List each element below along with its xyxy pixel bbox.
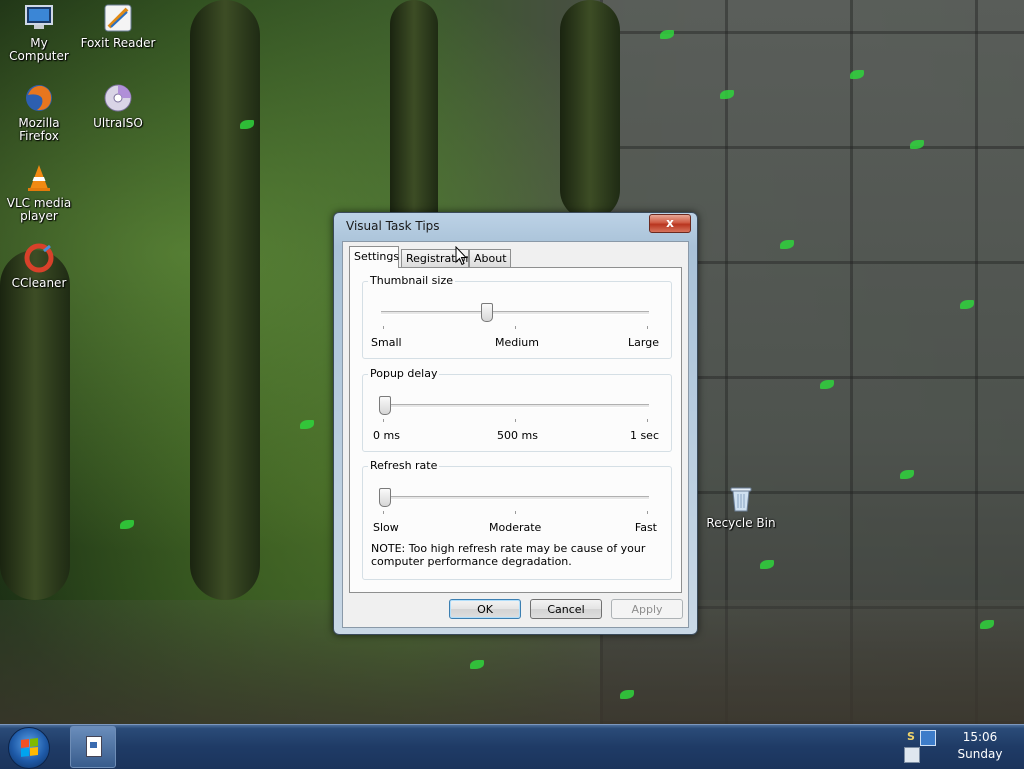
slider-tick bbox=[647, 326, 648, 329]
desktop-icon-recycle-bin[interactable]: Recycle Bin bbox=[702, 482, 780, 530]
slider-tick bbox=[383, 419, 384, 422]
thumbnail-max-label: Large bbox=[628, 336, 659, 349]
refresh-rate-title: Refresh rate bbox=[368, 459, 440, 472]
popup-delay-title: Popup delay bbox=[368, 367, 440, 380]
popup-max-label: 1 sec bbox=[629, 429, 659, 442]
close-icon: x bbox=[666, 216, 674, 230]
slider-tick bbox=[515, 511, 516, 514]
tab-about[interactable]: About bbox=[469, 249, 511, 267]
thumbnail-min-label: Small bbox=[371, 336, 402, 349]
close-button[interactable]: x bbox=[649, 214, 691, 233]
ok-button[interactable]: OK bbox=[449, 599, 521, 619]
thumbnail-size-title: Thumbnail size bbox=[368, 274, 456, 287]
refresh-mid-label: Moderate bbox=[489, 521, 542, 534]
popup-mid-label: 500 ms bbox=[497, 429, 538, 442]
display-icon[interactable] bbox=[904, 747, 920, 763]
mouse-cursor-icon bbox=[455, 246, 467, 266]
pdf-reader-icon bbox=[102, 2, 134, 34]
slider-tick bbox=[515, 326, 516, 329]
s-icon[interactable]: S bbox=[904, 730, 918, 744]
cancel-button[interactable]: Cancel bbox=[530, 599, 602, 619]
thumbnail-size-group: Thumbnail size Small Medium Large bbox=[362, 274, 672, 359]
apply-button[interactable]: Apply bbox=[611, 599, 683, 619]
popup-min-label: 0 ms bbox=[373, 429, 400, 442]
desktop-icon-my-computer[interactable]: My Computer bbox=[0, 2, 78, 63]
refresh-min-label: Slow bbox=[373, 521, 399, 534]
system-tray: S 15:06 Sunday bbox=[900, 727, 1024, 767]
clock-day: Sunday bbox=[957, 747, 1003, 761]
tree-trunk bbox=[390, 0, 438, 240]
slider-tick bbox=[383, 511, 384, 514]
thumbnail-size-track[interactable] bbox=[381, 311, 649, 315]
taskbar-app-visual-task-tips[interactable] bbox=[70, 726, 116, 768]
desktop-icon-vlc[interactable]: VLC media player bbox=[0, 162, 78, 223]
network-icon[interactable] bbox=[920, 730, 936, 746]
disc-icon bbox=[102, 82, 134, 114]
dialog-client-area: Settings Registration About Thumbnail si… bbox=[342, 241, 689, 628]
computer-icon bbox=[23, 2, 55, 34]
leaf bbox=[120, 520, 134, 529]
thumbnail-size-slider[interactable] bbox=[480, 303, 493, 322]
tree-trunk bbox=[190, 0, 260, 600]
dialog-title: Visual Task Tips bbox=[346, 219, 440, 233]
tree-trunk bbox=[560, 0, 620, 220]
slider-tick bbox=[647, 511, 648, 514]
popup-delay-track[interactable] bbox=[381, 404, 649, 408]
recycle-bin-icon bbox=[725, 482, 757, 514]
clock[interactable]: 15:06 Sunday bbox=[950, 729, 1010, 763]
refresh-rate-note: NOTE: Too high refresh rate may be cause… bbox=[371, 542, 646, 568]
tree-trunk bbox=[0, 250, 70, 600]
desktop-icon-ultraiso[interactable]: UltraISO bbox=[79, 82, 157, 130]
thumbnail-mid-label: Medium bbox=[495, 336, 539, 349]
popup-delay-slider[interactable] bbox=[379, 396, 391, 415]
visual-task-tips-dialog: Visual Task Tips x Settings Registration… bbox=[333, 212, 698, 635]
refresh-rate-track[interactable] bbox=[381, 496, 649, 500]
windows-logo-icon bbox=[21, 738, 38, 757]
slider-tick bbox=[383, 326, 384, 329]
desktop-icon-firefox[interactable]: Mozilla Firefox bbox=[0, 82, 78, 143]
leaf bbox=[300, 420, 314, 429]
tab-settings[interactable]: Settings bbox=[349, 246, 399, 268]
document-icon bbox=[86, 736, 102, 757]
taskbar: S 15:06 Sunday bbox=[0, 724, 1024, 769]
popup-delay-group: Popup delay 0 ms 500 ms 1 sec bbox=[362, 367, 672, 452]
refresh-rate-group: Refresh rate Slow Moderate Fast NOTE: To… bbox=[362, 459, 672, 580]
firefox-icon bbox=[23, 82, 55, 114]
slider-tick bbox=[647, 419, 648, 422]
refresh-rate-slider[interactable] bbox=[379, 488, 391, 507]
desktop-icon-ccleaner[interactable]: CCleaner bbox=[0, 242, 78, 290]
start-button[interactable] bbox=[8, 727, 50, 769]
ccleaner-icon bbox=[23, 242, 55, 274]
vlc-cone-icon bbox=[23, 162, 55, 194]
refresh-max-label: Fast bbox=[634, 521, 657, 534]
clock-time: 15:06 bbox=[962, 730, 998, 744]
desktop-icon-foxit-reader[interactable]: Foxit Reader bbox=[79, 2, 157, 50]
slider-tick bbox=[515, 419, 516, 422]
settings-panel: Thumbnail size Small Medium Large Popup … bbox=[349, 267, 682, 593]
